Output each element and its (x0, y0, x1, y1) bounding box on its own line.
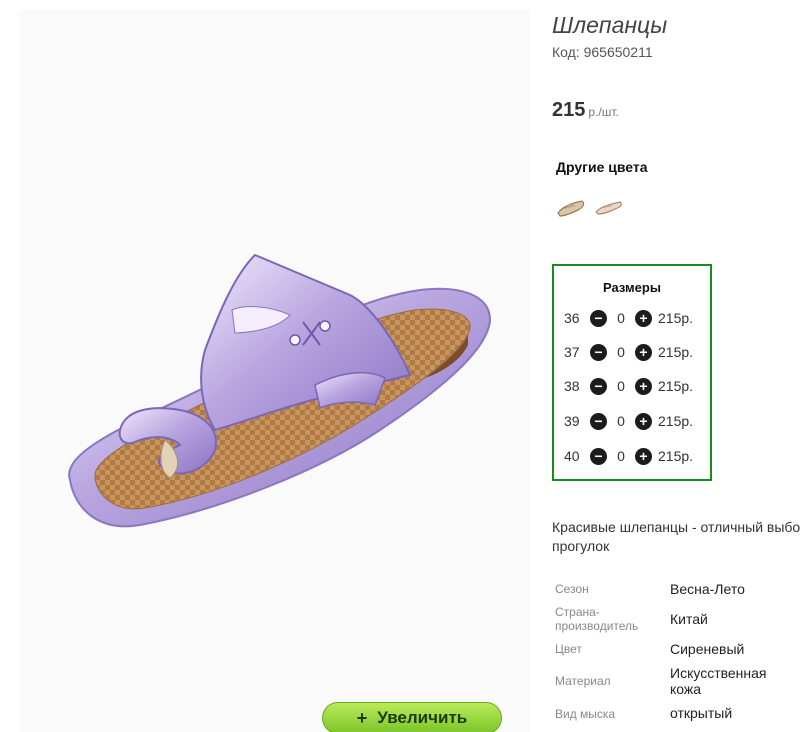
plus-icon[interactable]: + (635, 447, 652, 465)
size-row: 36 − 0 + 215р. (564, 308, 693, 328)
attr-label-toe: Вид мыска (555, 707, 616, 721)
size-qty: 0 (617, 378, 625, 394)
other-colors-heading: Другие цвета (556, 159, 648, 175)
product-image[interactable] (20, 10, 530, 732)
sandal-illustration (68, 253, 492, 528)
color-swatch-tan[interactable] (594, 195, 624, 219)
sandal-thumb-icon (595, 201, 622, 215)
size-number: 39 (564, 413, 580, 429)
plus-icon: + (356, 707, 368, 728)
plus-icon[interactable]: + (635, 309, 652, 327)
size-number: 36 (564, 310, 580, 326)
size-price: 215р. (658, 310, 694, 326)
sandal-thumb-icon (557, 200, 585, 217)
size-price: 215р. (658, 413, 694, 429)
size-qty: 0 (617, 448, 625, 464)
size-price: 215р. (658, 344, 694, 360)
size-price: 215р. (658, 378, 694, 394)
minus-icon[interactable]: − (590, 309, 607, 327)
color-swatch-beige[interactable] (556, 195, 586, 219)
plus-icon[interactable]: + (635, 412, 652, 430)
size-number: 38 (564, 378, 580, 394)
attr-label-country-line2: производитель (555, 619, 639, 633)
price-value: 215 (552, 99, 586, 121)
size-price: 215р. (658, 448, 694, 464)
minus-icon[interactable]: − (590, 343, 607, 361)
size-row: 38 − 0 + 215р. (564, 376, 693, 396)
zoom-button[interactable]: + Увеличить (322, 702, 502, 732)
minus-icon[interactable]: − (590, 412, 607, 430)
size-row: 39 − 0 + 215р. (564, 411, 693, 431)
attr-value-material: Искусственная (670, 665, 767, 681)
minus-icon[interactable]: − (590, 377, 607, 395)
attr-label-season: Сезон (555, 582, 589, 596)
size-number: 40 (564, 448, 580, 464)
plus-icon[interactable]: + (635, 377, 652, 395)
attr-label-color: Цвет (555, 642, 582, 656)
sizes-panel: Размеры 36 − 0 + 215р. 37 − 0 + 215р. 38… (552, 264, 712, 481)
attr-value-color: Сиреневый (670, 641, 745, 657)
description-line: прогулок (552, 538, 610, 554)
size-row: 40 − 0 + 215р. (564, 446, 693, 466)
size-qty: 0 (617, 344, 625, 360)
size-row: 37 − 0 + 215р. (564, 342, 693, 362)
price-unit: р./шт. (588, 105, 619, 119)
size-number: 37 (564, 344, 580, 360)
attr-value-toe: открытый (670, 705, 733, 721)
attr-value-material-line2: кожа (670, 681, 702, 697)
sizes-title: Размеры (603, 280, 661, 295)
attr-value-country: Китай (670, 611, 708, 627)
zoom-label: Увеличить (377, 708, 468, 727)
product-title: Шлепанцы (552, 12, 668, 38)
size-qty: 0 (617, 310, 625, 326)
attr-label-material: Материал (555, 674, 611, 688)
plus-icon[interactable]: + (635, 343, 652, 361)
attr-label-country: Страна- (555, 605, 600, 619)
product-description: Красивые шлепанцы - отличный выбо прогул… (552, 518, 802, 556)
description-line: Красивые шлепанцы - отличный выбо (552, 519, 801, 535)
attr-value-season: Весна-Лето (670, 581, 745, 597)
product-price: 215 р./шт. (552, 99, 619, 122)
minus-icon[interactable]: − (590, 447, 607, 465)
product-code: Код: 965650211 (552, 44, 653, 60)
size-qty: 0 (617, 413, 625, 429)
